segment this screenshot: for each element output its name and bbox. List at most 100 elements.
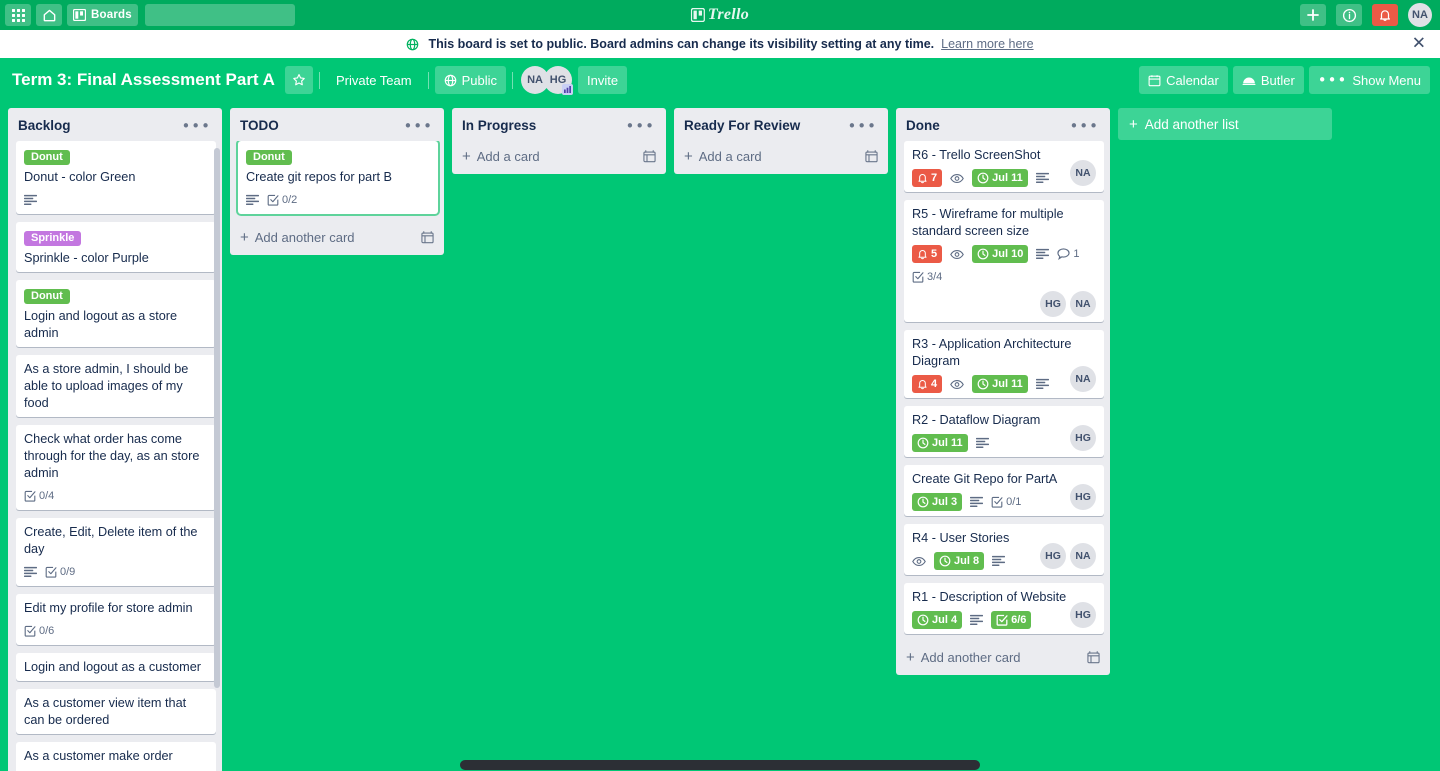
calendar-button[interactable]: Calendar xyxy=(1139,66,1228,94)
add-card-button[interactable]: + Add another card xyxy=(896,642,1110,675)
avatar[interactable]: HG xyxy=(1040,291,1066,317)
card-title: Sprinkle - color Purple xyxy=(24,251,149,265)
card-badge-description xyxy=(1035,169,1049,187)
card-template-icon[interactable] xyxy=(643,150,656,163)
card[interactable]: R2 - Dataflow Diagram Jul 11 HG xyxy=(904,406,1104,457)
card-title: Login and logout as a customer xyxy=(24,660,202,674)
horizontal-scrollbar-thumb[interactable] xyxy=(460,760,980,770)
avatar[interactable]: HG xyxy=(544,66,574,95)
home-icon[interactable] xyxy=(36,4,62,26)
description-icon xyxy=(24,566,37,578)
card[interactable]: As a store admin, I should be able to up… xyxy=(16,355,216,417)
card-badge-checklist: 0/1 xyxy=(991,493,1021,511)
avatar[interactable]: HG xyxy=(1070,602,1096,628)
card-label[interactable]: Donut xyxy=(24,150,70,165)
list-menu-icon[interactable]: ••• xyxy=(622,118,658,133)
card-badges: 3/4 xyxy=(912,268,1096,286)
plus-icon[interactable] xyxy=(1300,4,1326,26)
card[interactable]: Create Git Repo for PartA Jul 3 0/1 HG xyxy=(904,465,1104,516)
avatar[interactable]: NA xyxy=(1070,160,1096,186)
avatar[interactable]: HG xyxy=(1070,425,1096,451)
card-title: Login and logout as a store admin xyxy=(24,309,178,340)
info-icon[interactable] xyxy=(1336,4,1362,26)
member-type-badge xyxy=(562,84,574,95)
card-template-icon[interactable] xyxy=(421,231,434,244)
board-members: NA HG xyxy=(521,66,574,95)
apps-grid-icon[interactable] xyxy=(5,4,31,26)
card[interactable]: Check what order has come through for th… xyxy=(16,425,216,510)
public-board-banner: This board is set to public. Board admin… xyxy=(0,30,1440,58)
card[interactable]: Sprinkle Sprinkle - color Purple xyxy=(16,222,216,272)
search-input[interactable] xyxy=(150,8,306,22)
card-badge-notifications: 7 xyxy=(912,169,943,187)
avatar[interactable]: NA xyxy=(1070,543,1096,569)
add-card-button[interactable]: + Add a card xyxy=(452,141,666,174)
list-scrollbar[interactable] xyxy=(214,148,220,688)
avatar[interactable]: NA xyxy=(1408,3,1432,27)
list-menu-icon[interactable]: ••• xyxy=(844,118,880,133)
list-header: Backlog ••• xyxy=(8,108,222,141)
card[interactable]: Donut Create git repos for part B 0/2 xyxy=(238,141,438,214)
bell-icon[interactable] xyxy=(1372,4,1398,26)
butler-button[interactable]: Butler xyxy=(1232,66,1304,94)
search-box[interactable] xyxy=(144,4,306,26)
card[interactable]: Donut Donut - color Green xyxy=(16,141,216,214)
add-card-button[interactable]: + Add a card xyxy=(674,141,888,174)
invite-button[interactable]: Invite xyxy=(578,66,628,94)
eye-icon xyxy=(950,379,964,390)
card-label[interactable]: Sprinkle xyxy=(24,231,82,246)
card[interactable]: R5 - Wireframe for multiple standard scr… xyxy=(904,200,1104,322)
avatar[interactable]: NA xyxy=(1070,291,1096,317)
card-badge-checklist: 3/4 xyxy=(912,268,942,286)
avatar[interactable]: NA xyxy=(1070,366,1096,392)
list-menu-icon[interactable]: ••• xyxy=(400,118,436,133)
list-title[interactable]: TODO xyxy=(240,118,400,133)
add-another-list-button[interactable]: + Add another list xyxy=(1118,108,1332,140)
visibility-button[interactable]: Public xyxy=(434,66,507,94)
team-name[interactable]: Private Team xyxy=(326,66,422,94)
avatar[interactable]: HG xyxy=(1040,543,1066,569)
list-menu-icon[interactable]: ••• xyxy=(1066,118,1102,133)
clock-icon xyxy=(977,172,989,184)
card[interactable]: Login and logout as a customer xyxy=(16,653,216,681)
list-title[interactable]: Ready For Review xyxy=(684,118,844,133)
card[interactable]: R4 - User Stories Jul 8 HG NA xyxy=(904,524,1104,575)
card-template-icon[interactable] xyxy=(1087,651,1100,664)
avatar[interactable]: HG xyxy=(1070,484,1096,510)
horizontal-scrollbar[interactable] xyxy=(0,759,1440,771)
boards-button[interactable]: Boards xyxy=(67,4,138,26)
card[interactable]: R6 - Trello ScreenShot 7 Jul 11 NA xyxy=(904,141,1104,192)
card-title: R6 - Trello ScreenShot xyxy=(912,148,1041,162)
card[interactable]: R1 - Description of Website Jul 4 6/6 HG xyxy=(904,583,1104,634)
card-badges: 4 Jul 11 xyxy=(912,375,1096,393)
add-card-button[interactable]: + Add another card xyxy=(230,222,444,255)
list-todo: TODO ••• Donut Create git repos for part B 0… xyxy=(230,108,444,255)
star-icon[interactable] xyxy=(284,66,313,94)
card-title: As a customer view item that can be orde… xyxy=(24,696,187,727)
board-canvas[interactable]: Backlog ••• Donut Donut - color Green Sprink… xyxy=(0,102,1440,771)
trello-logo[interactable]: Trello xyxy=(690,6,750,24)
list-menu-icon[interactable]: ••• xyxy=(178,118,214,133)
learn-more-link[interactable]: Learn more here xyxy=(941,37,1033,51)
card[interactable]: Edit my profile for store admin 0/6 xyxy=(16,594,216,645)
card-badges xyxy=(24,191,208,209)
card[interactable]: Create, Edit, Delete item of the day 0/9 xyxy=(16,518,216,586)
list-title[interactable]: Done xyxy=(906,118,1066,133)
card-badge-checklist: 0/6 xyxy=(24,622,54,640)
list-title[interactable]: Backlog xyxy=(18,118,178,133)
card[interactable]: R3 - Application Architecture Diagram 4 Ju… xyxy=(904,330,1104,398)
card[interactable]: Donut Login and logout as a store admin xyxy=(16,280,216,347)
card-label[interactable]: Donut xyxy=(24,289,70,304)
close-icon[interactable]: ✕ xyxy=(1412,35,1426,53)
clock-icon xyxy=(917,614,929,626)
show-menu-button[interactable]: ••• Show Menu xyxy=(1308,66,1430,94)
badge-text: 0/2 xyxy=(282,194,298,206)
card-template-icon[interactable] xyxy=(865,150,878,163)
card-badge-checklist: 0/4 xyxy=(24,487,54,505)
list-header: TODO ••• xyxy=(230,108,444,141)
card[interactable]: As a customer view item that can be orde… xyxy=(16,689,216,734)
list-title[interactable]: In Progress xyxy=(462,118,622,133)
card-label[interactable]: Donut xyxy=(246,150,292,165)
trello-wordmark: Trello xyxy=(707,6,750,23)
eye-icon xyxy=(950,173,964,184)
